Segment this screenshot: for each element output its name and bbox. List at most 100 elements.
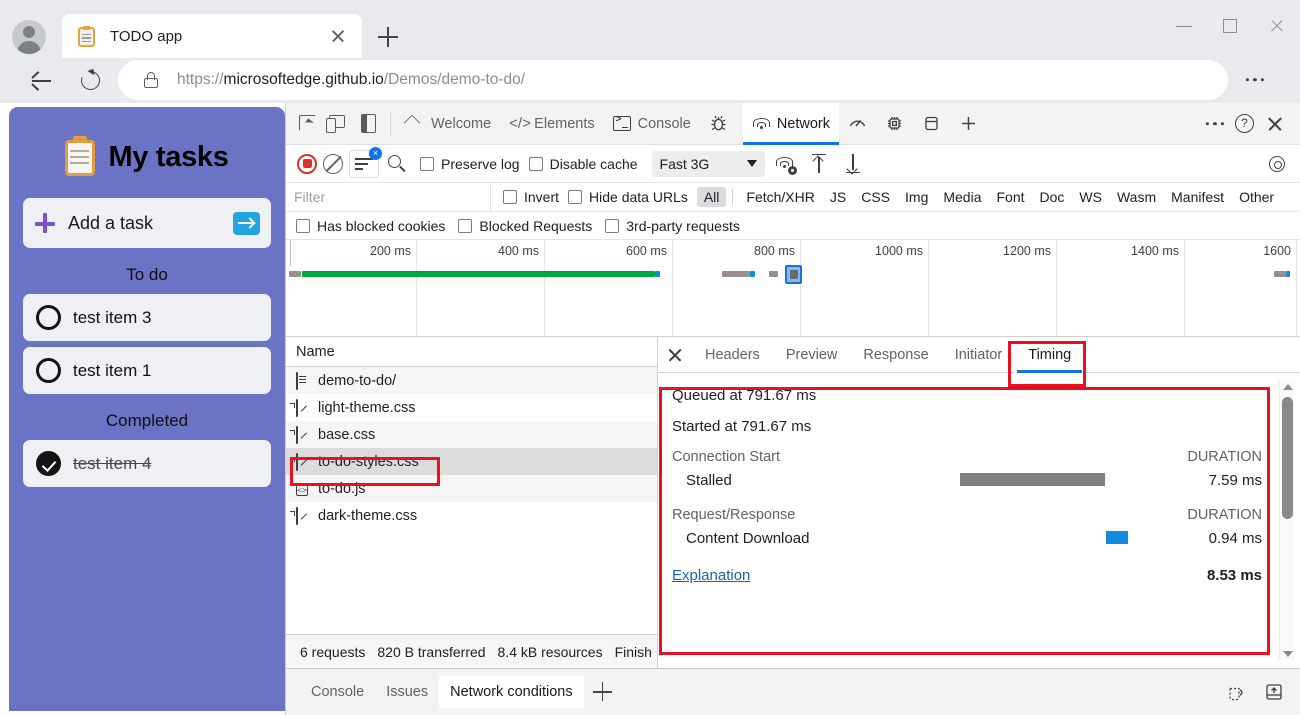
tick-label: 1600 bbox=[1263, 244, 1291, 258]
drawer-tab-network-conditions[interactable]: Network conditions bbox=[439, 676, 584, 708]
minimize-icon[interactable] bbox=[1162, 0, 1208, 52]
device-toolbar-icon[interactable] bbox=[324, 109, 354, 139]
help-icon[interactable]: ? bbox=[1230, 109, 1260, 139]
tab-network[interactable]: Network bbox=[742, 102, 840, 145]
gear-icon[interactable] bbox=[1266, 153, 1288, 175]
record-icon[interactable] bbox=[294, 151, 320, 177]
list-item[interactable]: test item 1 bbox=[23, 347, 271, 394]
filter-type-wasm[interactable]: Wasm bbox=[1110, 187, 1163, 207]
throttle-dropdown[interactable]: Fast 3G bbox=[651, 150, 766, 177]
checkbox[interactable] bbox=[296, 218, 310, 233]
checkbox[interactable] bbox=[568, 190, 583, 204]
tab-performance[interactable] bbox=[839, 103, 876, 145]
address-bar[interactable]: https://microsoftedge.github.io/Demos/de… bbox=[118, 60, 1228, 100]
checkbox[interactable] bbox=[503, 190, 517, 204]
tab-elements[interactable]: </> Elements bbox=[500, 103, 603, 145]
tab-timing[interactable]: Timing bbox=[1015, 336, 1085, 373]
filter-type-other[interactable]: Other bbox=[1232, 187, 1281, 207]
tab-welcome[interactable]: Welcome bbox=[397, 103, 500, 145]
preserve-log-checkbox[interactable]: Preserve log bbox=[420, 156, 520, 172]
list-item[interactable]: test item 3 bbox=[23, 294, 271, 341]
invert-checkbox[interactable]: Invert bbox=[503, 189, 559, 205]
checkbox[interactable] bbox=[528, 156, 543, 171]
tab-close-icon[interactable] bbox=[326, 24, 350, 48]
filter-type-ws[interactable]: WS bbox=[1072, 187, 1109, 207]
tab-console[interactable]: Console bbox=[604, 103, 700, 145]
tab-sources[interactable] bbox=[700, 103, 743, 145]
submit-task-button[interactable] bbox=[233, 211, 260, 235]
filter-icon[interactable]: × bbox=[349, 146, 382, 178]
disable-cache-checkbox[interactable]: Disable cache bbox=[528, 156, 638, 172]
scrollbar[interactable] bbox=[1279, 381, 1294, 660]
scrollbar-thumb[interactable] bbox=[1282, 397, 1293, 519]
filter-type-fetch-xhr[interactable]: Fetch/XHR bbox=[739, 187, 821, 207]
list-item[interactable]: test item 4 bbox=[23, 440, 271, 487]
filter-type-all[interactable]: All bbox=[696, 187, 727, 207]
scroll-up-icon[interactable] bbox=[1281, 381, 1294, 394]
maximize-icon[interactable] bbox=[1208, 0, 1254, 52]
filter-type-doc[interactable]: Doc bbox=[1033, 187, 1072, 207]
profile-avatar[interactable] bbox=[12, 20, 46, 54]
hide-data-urls-checkbox[interactable]: Hide data URLs bbox=[568, 189, 688, 205]
blocked-requests-checkbox[interactable]: Blocked Requests bbox=[458, 218, 592, 234]
task-checkbox[interactable] bbox=[36, 358, 61, 383]
tab-memory[interactable] bbox=[876, 103, 913, 145]
third-party-requests-checkbox[interactable]: 3rd-party requests bbox=[605, 218, 740, 234]
window-close-icon[interactable] bbox=[1254, 0, 1300, 52]
filter-type-css[interactable]: CSS bbox=[854, 187, 897, 207]
request-column-header[interactable]: Name bbox=[286, 337, 657, 367]
group-name: Connection Start bbox=[672, 449, 781, 465]
clear-console-icon[interactable] bbox=[1224, 680, 1248, 704]
tab-headers[interactable]: Headers bbox=[692, 337, 773, 373]
has-blocked-cookies-checkbox[interactable]: Has blocked cookies bbox=[296, 218, 445, 234]
drawer-tab-issues[interactable]: Issues bbox=[375, 676, 439, 708]
checkbox[interactable] bbox=[605, 218, 620, 233]
table-row[interactable]: light-theme.css bbox=[286, 394, 657, 421]
devtools-close-icon[interactable] bbox=[1260, 109, 1290, 139]
task-checkbox[interactable] bbox=[36, 305, 61, 330]
filter-input[interactable] bbox=[286, 183, 491, 211]
detail-close-icon[interactable] bbox=[658, 338, 692, 372]
task-checkbox-checked[interactable] bbox=[36, 451, 61, 476]
wifi-gear-icon[interactable] bbox=[773, 151, 799, 177]
dock-side-icon[interactable] bbox=[1262, 680, 1286, 704]
table-row-selected[interactable]: to-do-styles.css bbox=[286, 448, 657, 475]
add-panel-button[interactable] bbox=[950, 103, 987, 145]
tab-initiator[interactable]: Initiator bbox=[942, 337, 1016, 373]
clear-icon[interactable] bbox=[320, 151, 346, 177]
table-row[interactable]: <> to-do.js bbox=[286, 475, 657, 502]
inspect-element-icon[interactable] bbox=[294, 109, 324, 139]
table-row[interactable]: dark-theme.css bbox=[286, 502, 657, 529]
export-icon[interactable] bbox=[839, 151, 867, 177]
filter-type-js[interactable]: JS bbox=[823, 187, 853, 207]
explanation-link[interactable]: Explanation bbox=[672, 567, 1207, 584]
reload-icon[interactable] bbox=[74, 64, 108, 98]
devtools-more-icon[interactable] bbox=[1200, 109, 1230, 139]
checkbox[interactable] bbox=[458, 218, 473, 233]
table-row[interactable]: base.css bbox=[286, 421, 657, 448]
browser-tab[interactable]: TODO app bbox=[62, 14, 362, 58]
back-icon[interactable] bbox=[24, 64, 58, 98]
filter-type-media[interactable]: Media bbox=[936, 187, 988, 207]
browser-more-icon[interactable] bbox=[1240, 68, 1270, 92]
checkbox[interactable] bbox=[420, 156, 434, 171]
tab-preview[interactable]: Preview bbox=[773, 337, 851, 373]
table-row[interactable]: demo-to-do/ bbox=[286, 367, 657, 394]
tab-response[interactable]: Response bbox=[850, 337, 941, 373]
import-icon[interactable] bbox=[805, 151, 833, 177]
dock-layout-icon[interactable] bbox=[354, 109, 384, 139]
filter-type-font[interactable]: Font bbox=[990, 187, 1032, 207]
selected-request-marker[interactable] bbox=[785, 265, 802, 284]
add-task-input[interactable]: Add a task bbox=[23, 198, 271, 248]
tab-application[interactable] bbox=[913, 103, 950, 145]
drawer-add-icon[interactable] bbox=[590, 679, 616, 705]
tick-label: 800 ms bbox=[754, 244, 795, 258]
lock-icon[interactable] bbox=[143, 71, 159, 89]
network-overview-timeline[interactable]: 200 ms 400 ms 600 ms 800 ms 1000 ms 1200… bbox=[286, 240, 1300, 337]
filter-type-manifest[interactable]: Manifest bbox=[1164, 187, 1231, 207]
search-icon[interactable] bbox=[383, 151, 411, 177]
new-tab-button[interactable] bbox=[374, 23, 402, 51]
scroll-down-icon[interactable] bbox=[1281, 647, 1294, 660]
filter-type-img[interactable]: Img bbox=[898, 187, 935, 207]
drawer-tab-console[interactable]: Console bbox=[300, 676, 375, 708]
